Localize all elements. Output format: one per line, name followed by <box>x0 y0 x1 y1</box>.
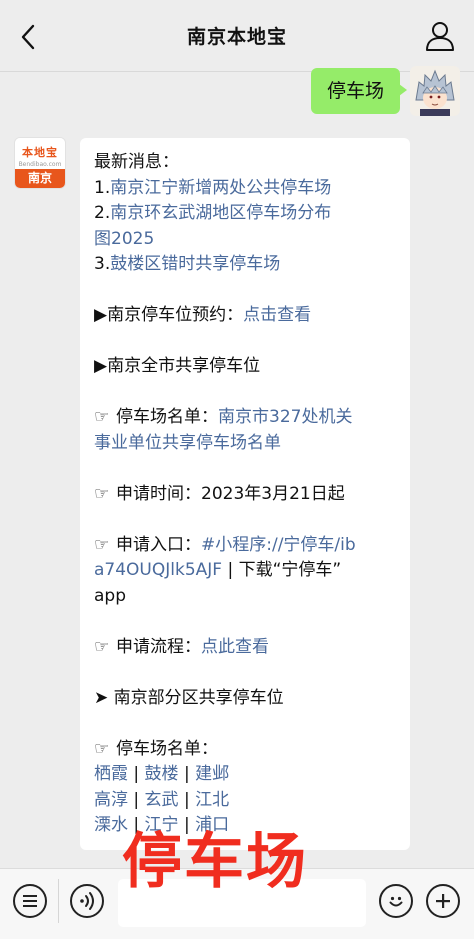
news-num: 2. <box>94 203 111 223</box>
district-row: 栖霞 | 鼓楼 | 建邺 <box>94 762 396 788</box>
reserve-link[interactable]: 点击查看 <box>243 305 311 325</box>
district-link[interactable]: 高淳 <box>94 790 128 810</box>
entry-label: 申请入口： <box>116 534 201 555</box>
apply-time-value: 2023年3月21日起 <box>201 483 345 504</box>
list1-line-cont: 事业单位共享停车场名单 <box>94 431 396 457</box>
partial-label: 南京部分区共享停车位 <box>113 687 284 708</box>
news-link-3[interactable]: 鼓楼区错时共享停车场 <box>110 254 280 274</box>
list2-line: ☞ 停车场名单： <box>94 737 396 763</box>
page-title: 南京本地宝 <box>186 26 287 48</box>
news-item-2: 2.南京环玄武湖地区停车场分布 <box>94 201 396 227</box>
list1-link[interactable]: 南京市327处机关 <box>218 407 352 427</box>
list1-label: 停车场名单： <box>116 407 218 427</box>
district-row: 高淳 | 玄武 | 江北 <box>94 788 396 814</box>
logo-site: Bendibao.com <box>18 161 62 168</box>
separator: | <box>178 764 196 784</box>
mini-program-link-cont[interactable]: a74OUQJlk5AJF <box>94 560 222 580</box>
district-link[interactable]: 栖霞 <box>94 764 128 784</box>
citywide-label: 南京全市共享停车位 <box>107 356 261 376</box>
district-link[interactable]: 建邺 <box>195 764 229 784</box>
menu-list-icon[interactable] <box>13 884 47 918</box>
entry-line-app: app <box>94 585 126 606</box>
news-num: 3. <box>94 254 111 274</box>
separator: | <box>128 789 145 810</box>
district-link[interactable]: 江北 <box>195 790 229 810</box>
mini-program-link[interactable]: #小程序://宁停车/ib <box>201 535 356 555</box>
person-icon[interactable] <box>424 20 456 54</box>
partial-line: ➤ 南京部分区共享停车位 <box>94 686 396 712</box>
apply-time-label: 申请时间： <box>116 483 201 504</box>
entry-line-cont: a74OUQJlk5AJF | 下载“宁停车” <box>94 558 396 584</box>
voice-icon[interactable] <box>70 884 104 918</box>
news-link-1[interactable]: 南京江宁新增两处公共停车场 <box>110 178 331 198</box>
citywide-line: ▶南京全市共享停车位 <box>94 354 396 380</box>
process-link[interactable]: 点此查看 <box>201 637 269 657</box>
divider <box>58 879 59 923</box>
pointing-hand-icon: ☞ <box>94 738 110 759</box>
list1-line: ☞ 停车场名单：南京市327处机关 <box>94 405 396 431</box>
list1-link-cont[interactable]: 事业单位共享停车场名单 <box>94 433 281 453</box>
news-item-2-cont: 图2025 <box>94 227 396 253</box>
pointing-hand-icon: ☞ <box>94 483 110 504</box>
news-link-2[interactable]: 南京环玄武湖地区停车场分布 <box>110 203 331 223</box>
news-num: 1. <box>94 177 111 198</box>
arrow-icon: ➤ <box>94 687 109 708</box>
triangle-icon: ▶ <box>94 356 108 376</box>
news-link-2-cont[interactable]: 图2025 <box>94 229 154 249</box>
process-label: 申请流程： <box>116 636 201 657</box>
download-text: | 下载“宁停车” <box>222 560 342 580</box>
top-bar: 南京本地宝 <box>0 0 474 72</box>
logo-city: 南京 <box>15 169 65 188</box>
reserve-label: 南京停车位预约： <box>107 305 244 325</box>
latest-heading: 最新消息： <box>94 152 179 172</box>
logo-top: 本地宝 Bendibao.com <box>15 138 65 170</box>
user-avatar[interactable] <box>410 66 460 116</box>
list2-label: 停车场名单： <box>116 738 218 759</box>
plus-icon[interactable] <box>426 884 460 918</box>
outgoing-message-bubble[interactable]: 停车场 <box>310 68 408 114</box>
incoming-message-bubble: 最新消息： 1.南京江宁新增两处公共停车场 2.南京环玄武湖地区停车场分布 图2… <box>80 138 410 850</box>
overlay-caption: 停车场 <box>122 827 308 897</box>
news-item-1: 1.南京江宁新增两处公共停车场 <box>94 176 396 202</box>
triangle-icon: ▶ <box>94 305 108 325</box>
process-line: ☞ 申请流程：点此查看 <box>94 635 396 661</box>
district-link[interactable]: 鼓楼 <box>145 764 179 784</box>
district-link[interactable]: 玄武 <box>145 790 179 810</box>
reserve-line: ▶南京停车位预约：点击查看 <box>94 303 396 329</box>
bendibao-logo-avatar[interactable]: 本地宝 Bendibao.com 南京 <box>14 137 66 189</box>
apply-time-line: ☞ 申请时间：2023年3月21日起 <box>94 482 396 508</box>
emoji-icon[interactable] <box>379 884 413 918</box>
logo-brand: 本地宝 <box>22 146 58 159</box>
pointing-hand-icon: ☞ <box>94 636 110 657</box>
separator: | <box>128 764 145 784</box>
entry-line: ☞ 申请入口：#小程序://宁停车/ib <box>94 533 396 559</box>
pointing-hand-icon: ☞ <box>94 407 110 427</box>
separator: | <box>178 789 196 810</box>
pointing-hand-icon: ☞ <box>94 534 110 555</box>
news-item-3: 3.鼓楼区错时共享停车场 <box>94 252 396 278</box>
